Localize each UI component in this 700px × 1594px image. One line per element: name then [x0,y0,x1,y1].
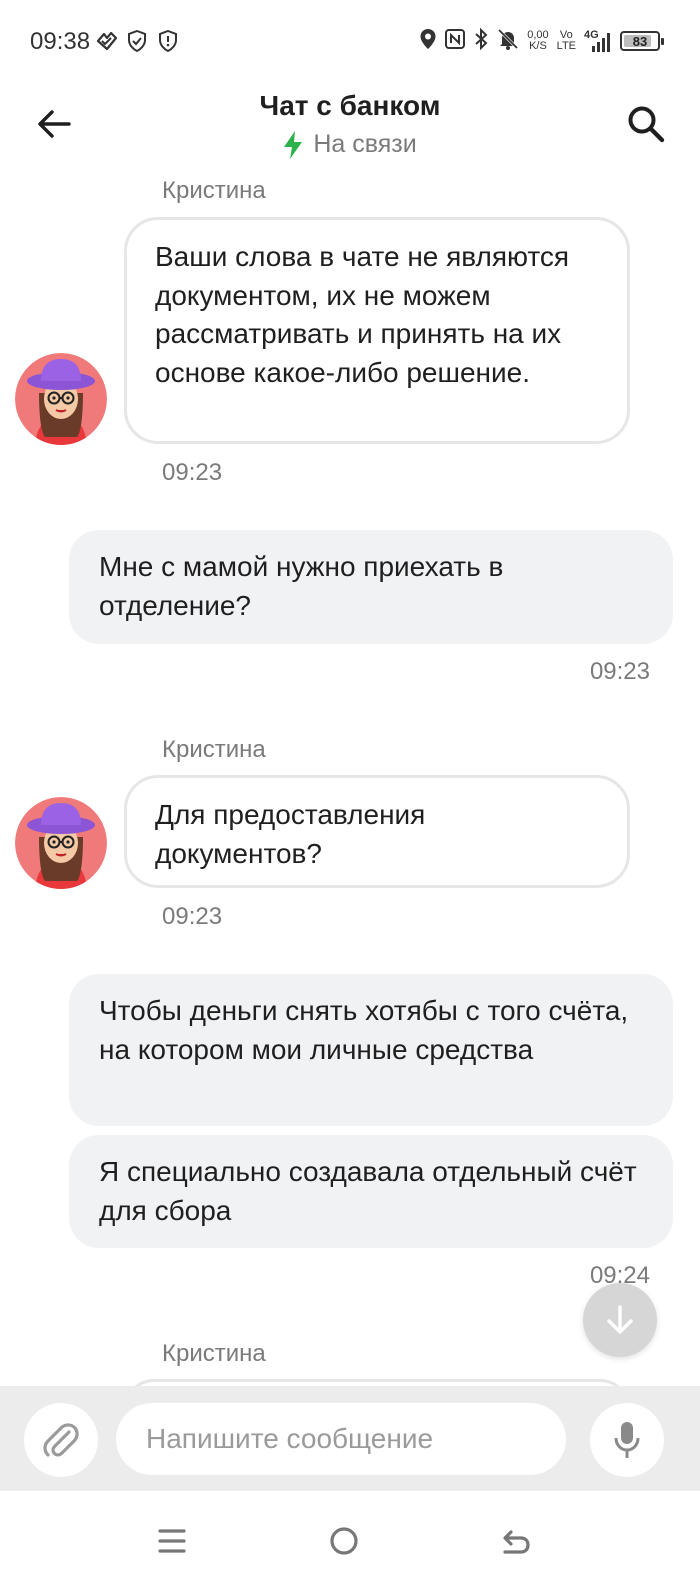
system-nav-bar [0,1491,700,1594]
chat-status: На связи [0,130,700,159]
message-text: Я специально создавала отдельный счёт дл… [99,1156,637,1226]
outgoing-message-bubble: Я специально создавала отдельный счёт дл… [69,1135,673,1248]
message-time: 09:23 [162,903,223,930]
status-time: 09:38 [30,28,91,55]
mute-bell-icon [497,28,519,55]
message-text: Для предоставления документов? [155,799,426,869]
volte-bottom: LTE [556,40,576,52]
network-speed: 0,00 K/S [527,30,548,52]
outgoing-message-bubble: Мне с мамой нужно приехать в отделение? [69,530,673,644]
microphone-icon [614,1422,640,1458]
back-arrow-icon [503,1530,530,1554]
bluetooth-icon [473,27,489,55]
location-icon [419,28,437,55]
battery-icon: 83 [620,31,664,51]
incoming-message-bubble: Ваши слова в чате не являются документом… [124,217,630,444]
health-check-icon [96,30,118,57]
chat-header: Чат с банком На связи [0,80,700,175]
home-circle-icon [330,1527,358,1555]
message-text: Ваши слова в чате не являются документом… [155,241,570,388]
nav-home-button[interactable] [314,1511,374,1571]
message-text: Мне с мамой нужно приехать в отделение? [99,551,504,621]
menu-icon [158,1529,186,1553]
message-time: 09:23 [162,459,223,486]
arrow-down-icon [607,1305,633,1334]
chat-title: Чат с банком [259,90,441,121]
nav-back-button[interactable] [486,1511,546,1571]
attach-button[interactable] [24,1403,98,1477]
sender-name: Кристина [162,177,266,204]
network-speed-unit: K/S [529,40,547,52]
operator-avatar [15,353,107,445]
voice-message-button[interactable] [590,1403,664,1477]
paperclip-icon [43,1423,79,1457]
volte-indicator: Vo LTE [557,30,576,52]
battery-level: 83 [632,33,648,49]
message-time: 09:23 [589,658,650,685]
status-right-icons: 0,00 K/S Vo LTE 4G 83 [419,26,664,56]
message-input[interactable] [116,1403,566,1475]
outgoing-message-bubble: Чтобы деньги снять хотябы с того счёта, … [69,974,673,1126]
message-composer [0,1386,700,1491]
sender-name: Кристина [162,736,266,763]
operator-avatar [15,797,107,889]
message-text: Чтобы деньги снять хотябы с того счёта, … [99,995,629,1065]
nfc-icon [445,28,466,54]
nav-menu-button[interactable] [142,1511,202,1571]
incoming-message-bubble: Для предоставления документов? [124,775,630,888]
sender-name: Кристина [162,1340,266,1367]
signal-icon: 4G [584,29,612,53]
status-bar: 09:38 0,00 K/S Vo LTE 4G 83 [0,0,700,80]
shield-alert-icon [158,29,178,57]
scroll-to-bottom-button[interactable] [583,1283,657,1357]
shield-icon [127,29,147,57]
chat-status-text: На связи [313,130,417,158]
lightning-icon [284,130,303,159]
search-icon [628,106,665,143]
search-button[interactable] [622,100,670,148]
